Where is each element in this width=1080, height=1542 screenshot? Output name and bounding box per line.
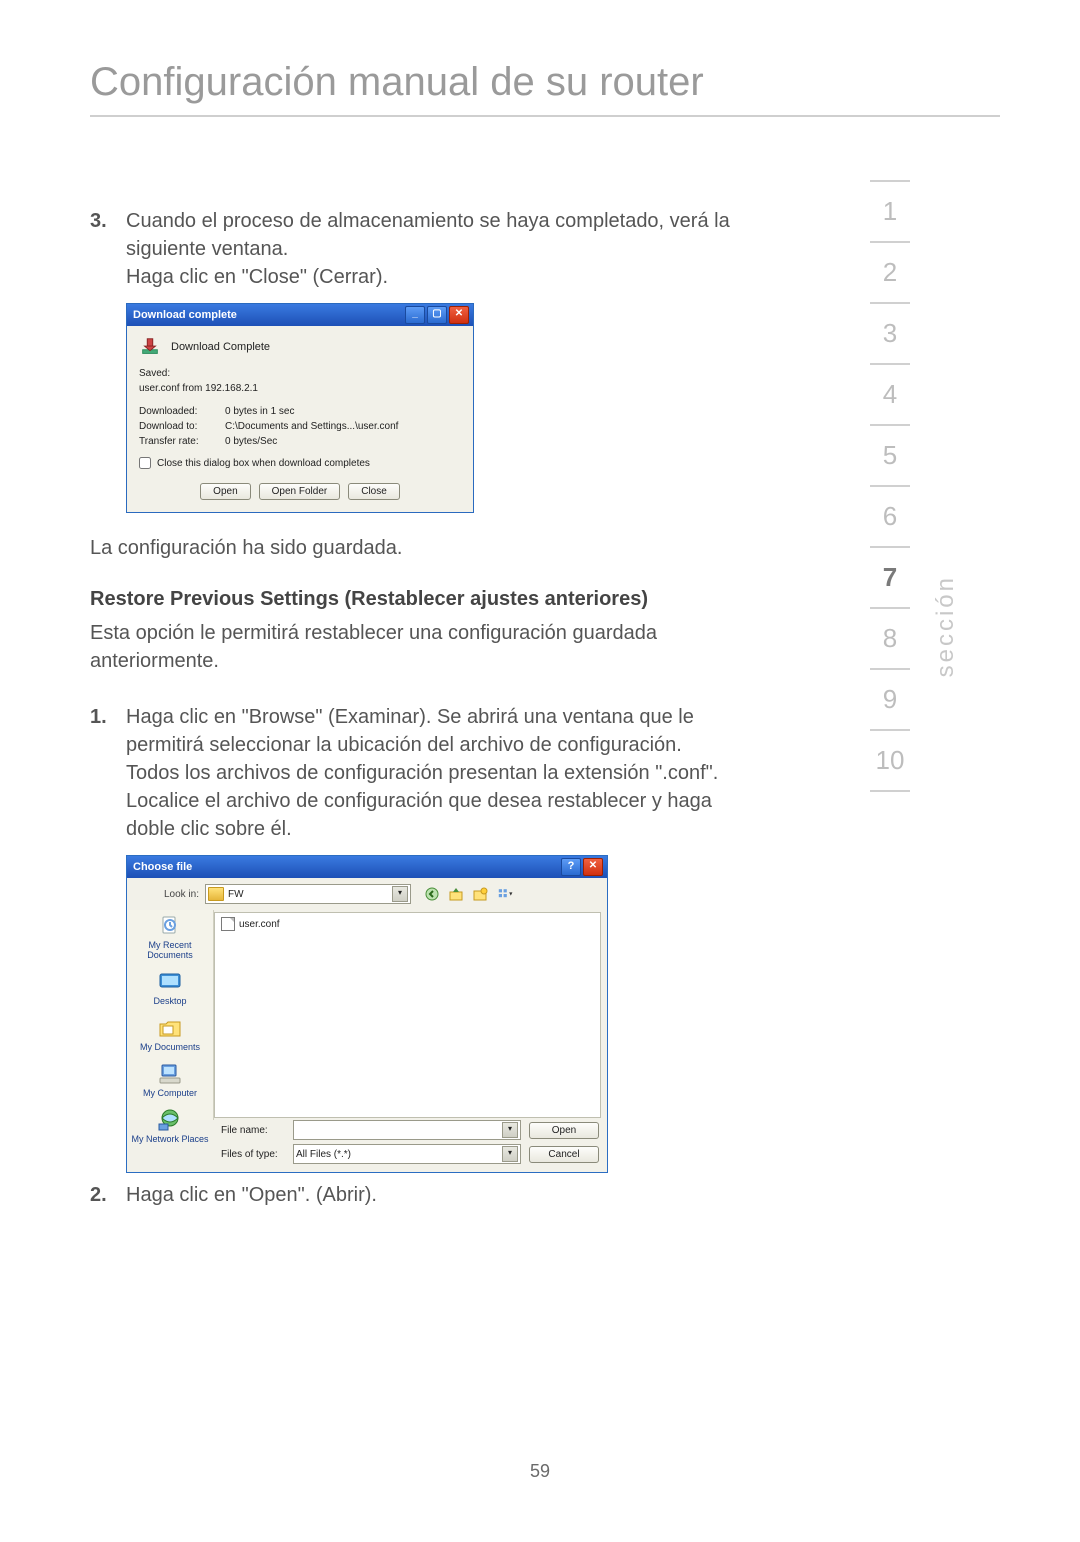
section-nav-item-4[interactable]: 4 [870, 365, 910, 426]
back-icon[interactable] [423, 885, 441, 903]
saved-label: Saved: [139, 366, 225, 381]
downloadto-label: Download to: [139, 419, 225, 434]
look-in-label: Look in: [135, 889, 199, 900]
place-mydocs[interactable]: My Documents [140, 1016, 200, 1052]
close-button[interactable]: Close [348, 483, 400, 500]
page-title: Configuración manual de su router [90, 60, 1000, 105]
file-icon [221, 917, 235, 931]
filename-combo[interactable]: ▾ [293, 1120, 521, 1140]
place-desktop[interactable]: Desktop [153, 970, 186, 1006]
section-nav-item-9[interactable]: 9 [870, 670, 910, 731]
close-icon[interactable]: ✕ [449, 306, 469, 324]
file-list[interactable]: user.conf [214, 912, 601, 1118]
section-nav-item-10[interactable]: 10 [870, 731, 910, 792]
maximize-icon[interactable]: ▢ [427, 306, 447, 324]
look-in-combo[interactable]: FW ▾ [205, 884, 411, 904]
restore-heading: Restore Previous Settings (Restablecer a… [90, 588, 730, 611]
download-complete-dialog: Download complete _ ▢ ✕ Download Complet… [126, 303, 474, 513]
section-nav-item-2[interactable]: 2 [870, 243, 910, 304]
filetype-combo[interactable]: All Files (*.*) ▾ [293, 1144, 521, 1164]
choose-file-dialog: Choose file ? ✕ Look in: FW ▾ [126, 855, 608, 1173]
transfer-value: 0 bytes/Sec [225, 434, 277, 449]
open-file-button[interactable]: Open [529, 1122, 599, 1139]
downloadto-value: C:\Documents and Settings...\user.conf [225, 419, 398, 434]
step-2-number: 2. [90, 1181, 126, 1209]
title-divider [90, 115, 1000, 117]
section-vertical-label: sección [932, 575, 960, 677]
downloaded-label: Downloaded: [139, 404, 225, 419]
place-recent-label: My Recent Documents [127, 940, 213, 960]
open-button[interactable]: Open [200, 483, 250, 500]
recent-docs-icon [156, 914, 184, 938]
config-saved-text: La configuración ha sido guardada. [90, 537, 730, 560]
step-1-number: 1. [90, 703, 126, 843]
desktop-icon [156, 970, 184, 994]
step-3-line1: Cuando el proceso de almacenamiento se h… [126, 207, 730, 263]
step-3-number: 3. [90, 207, 126, 291]
help-icon[interactable]: ? [561, 858, 581, 876]
place-mydocs-label: My Documents [140, 1042, 200, 1052]
dialog-title: Download complete [133, 309, 405, 321]
dialog-header-text: Download Complete [171, 341, 270, 353]
section-nav-item-7[interactable]: 7 [870, 548, 910, 609]
folder-icon [208, 887, 224, 901]
choose-file-title: Choose file [133, 861, 561, 873]
look-in-dropdown-icon[interactable]: ▾ [392, 886, 408, 902]
views-icon[interactable] [495, 885, 517, 903]
step-2-text: Haga clic en "Open". (Abrir). [126, 1181, 730, 1209]
my-computer-icon [156, 1062, 184, 1086]
place-mycomputer-label: My Computer [143, 1088, 197, 1098]
up-folder-icon[interactable] [447, 885, 465, 903]
close-on-complete-label: Close this dialog box when download comp… [157, 458, 370, 469]
filename-label: File name: [221, 1125, 285, 1136]
network-places-icon [156, 1108, 184, 1132]
step-2: 2. Haga clic en "Open". (Abrir). [90, 1181, 730, 1209]
file-item[interactable]: user.conf [221, 917, 594, 931]
cancel-file-button[interactable]: Cancel [529, 1146, 599, 1163]
download-icon [139, 336, 161, 358]
step-3-line2: Haga clic en "Close" (Cerrar). [126, 263, 730, 291]
section-nav-item-3[interactable]: 3 [870, 304, 910, 365]
saved-value: user.conf from 192.168.2.1 [139, 381, 258, 396]
open-folder-button[interactable]: Open Folder [259, 483, 341, 500]
section-nav-item-5[interactable]: 5 [870, 426, 910, 487]
section-nav-item-8[interactable]: 8 [870, 609, 910, 670]
filetype-value: All Files (*.*) [296, 1149, 351, 1160]
section-nav-item-6[interactable]: 6 [870, 487, 910, 548]
minimize-icon[interactable]: _ [405, 306, 425, 324]
transfer-label: Transfer rate: [139, 434, 225, 449]
choose-file-titlebar[interactable]: Choose file ? ✕ [127, 856, 607, 878]
step-3: 3. Cuando el proceso de almacenamiento s… [90, 207, 730, 291]
filename-dropdown-icon[interactable]: ▾ [502, 1122, 518, 1138]
my-documents-icon [156, 1016, 184, 1040]
place-desktop-label: Desktop [153, 996, 186, 1006]
step-1: 1. Haga clic en "Browse" (Examinar). Se … [90, 703, 730, 843]
file-item-label: user.conf [239, 919, 280, 930]
look-in-value: FW [228, 889, 244, 900]
downloaded-value: 0 bytes in 1 sec [225, 404, 294, 419]
close-on-complete-checkbox[interactable] [139, 457, 151, 469]
new-folder-icon[interactable] [471, 885, 489, 903]
place-network-label: My Network Places [131, 1134, 208, 1144]
restore-body: Esta opción le permitirá restablecer una… [90, 619, 730, 675]
filetype-label: Files of type: [221, 1149, 285, 1160]
page-number: 59 [0, 1461, 1080, 1482]
filetype-dropdown-icon[interactable]: ▾ [502, 1146, 518, 1162]
choose-close-icon[interactable]: ✕ [583, 858, 603, 876]
section-nav: 1 2 3 4 5 6 7 8 9 10 [870, 180, 910, 792]
place-network[interactable]: My Network Places [131, 1108, 208, 1144]
place-recent[interactable]: My Recent Documents [127, 914, 213, 960]
place-mycomputer[interactable]: My Computer [143, 1062, 197, 1098]
places-bar: My Recent Documents Desktop My Documents… [127, 910, 214, 1120]
step-1-text: Haga clic en "Browse" (Examinar). Se abr… [126, 703, 730, 843]
dialog-titlebar[interactable]: Download complete _ ▢ ✕ [127, 304, 473, 326]
section-nav-item-1[interactable]: 1 [870, 180, 910, 243]
